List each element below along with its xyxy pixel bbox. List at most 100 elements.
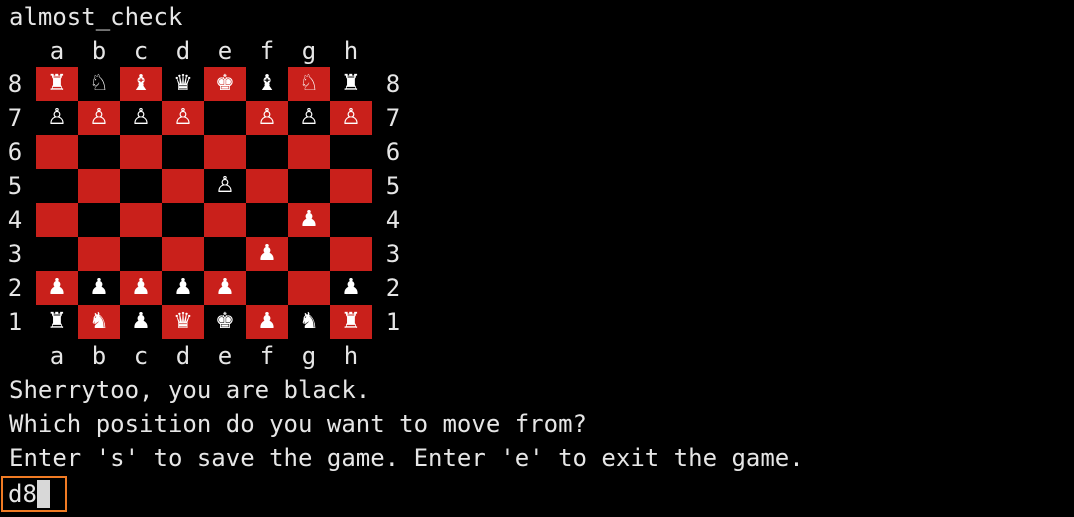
board-square[interactable]: ♟ [36,271,78,305]
board-square[interactable] [36,237,78,271]
text-cursor [37,480,50,508]
board-square[interactable] [78,135,120,169]
board-square[interactable]: ♙ [330,101,372,135]
board-rank: ♙ [36,169,372,203]
board-square[interactable] [246,135,288,169]
board-square[interactable] [288,169,330,203]
chess-piece: ♟ [257,309,277,334]
board-square[interactable]: ♝ [120,67,162,101]
board-square[interactable] [36,203,78,237]
board-square[interactable]: ♟ [120,271,162,305]
board-square[interactable]: ♞ [288,305,330,339]
board-square[interactable]: ♙ [246,101,288,135]
board-square[interactable]: ♜ [330,305,372,339]
board-square[interactable] [288,271,330,305]
rank-label: 1 [7,308,23,336]
file-label: g [301,342,317,370]
chess-board: ♜ ♘ ♝ ♛ ♚ ♝ ♘ ♜ ♙ ♙ ♙ ♙ ♙ ♙ ♙ ♙ ♟ ♟ ♟ ♟ ♟ ♟ ♟ ♟ ♜ ♞ ♟ ♛ ♚ ♟ ♞ ♜ [36,67,372,339]
board-square[interactable] [78,237,120,271]
board-square[interactable] [78,169,120,203]
board-square[interactable]: ♟ [246,305,288,339]
board-square[interactable]: ♘ [288,67,330,101]
board-square[interactable] [120,203,162,237]
chess-piece: ♟ [131,275,151,300]
rank-label: 8 [385,70,401,98]
board-square[interactable] [162,169,204,203]
file-label: a [49,37,65,65]
board-square[interactable]: ♛ [162,67,204,101]
board-square[interactable] [162,237,204,271]
board-square[interactable]: ♟ [120,305,162,339]
player-color-message: Sherrytoo, you are black. [9,376,371,404]
chess-piece: ♙ [173,105,193,130]
rank-label: 5 [7,172,23,200]
board-square[interactable] [330,135,372,169]
board-square[interactable]: ♚ [204,305,246,339]
board-rank: ♙ ♙ ♙ ♙ ♙ ♙ ♙ [36,101,372,135]
board-square[interactable]: ♙ [204,169,246,203]
board-square[interactable] [78,203,120,237]
board-square[interactable]: ♟ [288,203,330,237]
board-square[interactable] [36,135,78,169]
board-square[interactable]: ♟ [78,271,120,305]
board-square[interactable] [204,203,246,237]
rank-label: 7 [7,104,23,132]
move-prompt-message: Which position do you want to move from? [9,410,587,438]
file-label: h [343,342,359,370]
chess-piece: ♞ [299,309,319,334]
file-label: e [217,342,233,370]
rank-label: 2 [385,274,401,302]
board-square[interactable] [246,203,288,237]
board-square[interactable] [330,237,372,271]
board-square[interactable]: ♚ [204,67,246,101]
board-square[interactable] [246,271,288,305]
board-square[interactable]: ♝ [246,67,288,101]
board-square[interactable]: ♟ [162,271,204,305]
rank-label: 5 [385,172,401,200]
board-square[interactable]: ♟ [204,271,246,305]
board-square[interactable] [330,203,372,237]
board-square[interactable] [162,135,204,169]
chess-piece: ♝ [257,71,277,96]
board-square[interactable] [246,169,288,203]
board-square[interactable]: ♟ [246,237,288,271]
command-input[interactable]: d8 [8,477,37,511]
board-square[interactable] [120,135,162,169]
board-square[interactable] [120,237,162,271]
board-square[interactable] [288,237,330,271]
board-square[interactable] [288,135,330,169]
board-square[interactable]: ♞ [78,305,120,339]
board-rank: ♟ [36,237,372,271]
board-square[interactable] [204,135,246,169]
chess-piece: ♙ [131,105,151,130]
board-square[interactable] [162,203,204,237]
chess-piece: ♝ [131,71,151,96]
board-square[interactable]: ♛ [162,305,204,339]
board-square[interactable]: ♟ [330,271,372,305]
file-label: f [259,342,275,370]
rank-label: 8 [7,70,23,98]
chess-piece: ♟ [89,275,109,300]
board-square[interactable] [330,169,372,203]
rank-label: 6 [385,138,401,166]
rank-label: 6 [7,138,23,166]
board-square[interactable]: ♜ [36,305,78,339]
chess-piece: ♘ [89,71,109,96]
board-square[interactable]: ♙ [162,101,204,135]
board-square[interactable]: ♘ [78,67,120,101]
chess-piece: ♟ [341,275,361,300]
board-square[interactable]: ♙ [78,101,120,135]
file-label: b [91,342,107,370]
chess-piece: ♟ [47,275,67,300]
board-square[interactable]: ♜ [36,67,78,101]
board-square[interactable]: ♙ [288,101,330,135]
board-square[interactable]: ♜ [330,67,372,101]
board-square[interactable]: ♙ [36,101,78,135]
board-square[interactable]: ♙ [120,101,162,135]
board-square[interactable] [204,101,246,135]
board-rank: ♟ [36,203,372,237]
rank-label: 4 [7,206,23,234]
board-square[interactable] [36,169,78,203]
board-square[interactable] [120,169,162,203]
board-square[interactable] [204,237,246,271]
